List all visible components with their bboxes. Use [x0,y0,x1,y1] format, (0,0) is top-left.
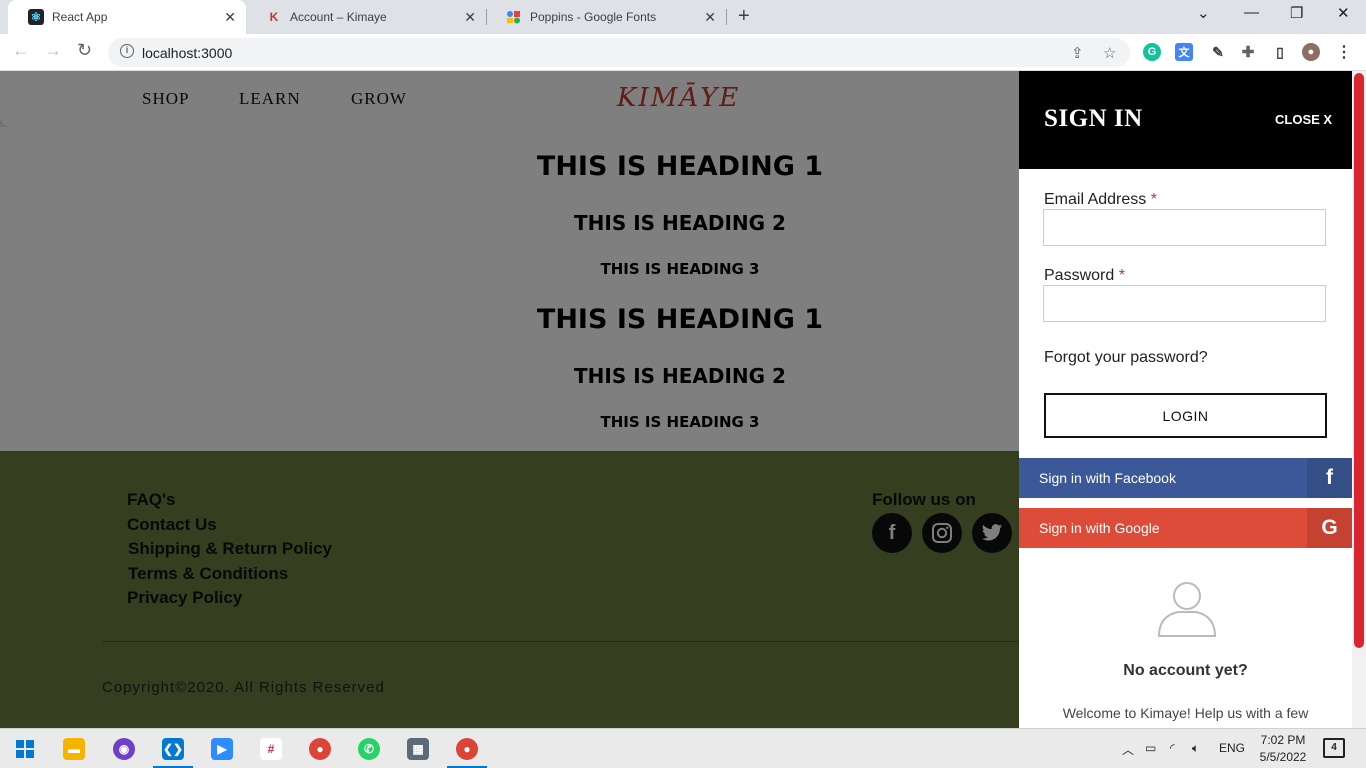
tab-react-app[interactable]: ⚛ React App ✕ [8,0,246,34]
email-label: Email Address * [1044,191,1157,208]
scrollbar-thumb[interactable] [1354,73,1364,648]
drawer-header: SIGN IN CLOSE X [1019,71,1352,169]
start-icon[interactable] [14,738,36,760]
site-info-icon[interactable]: i [120,44,134,58]
restore-icon[interactable]: ❐ [1290,4,1303,22]
web-page: SHOP LEARN GROW KIMĀYE THIS IS HEADING 1… [0,71,1366,728]
minimize-icon[interactable]: — [1244,4,1259,21]
google-signin-button[interactable]: Sign in with Google G [1019,508,1352,548]
wifi-icon[interactable]: ◜ [1170,741,1175,755]
close-drawer-button[interactable]: CLOSE X [1275,112,1332,127]
tab-account-kimaye[interactable]: K Account – Kimaye ✕ [246,0,486,34]
drawer-title: SIGN IN [1044,105,1143,132]
browser-toolbar: ← → ↻ i localhost:3000 ⇪ ☆ [0,34,1366,71]
profile-avatar[interactable]: ● [1302,43,1320,61]
tray-chevron-icon[interactable]: ︿ [1122,741,1134,758]
password-field[interactable] [1043,285,1326,322]
url-text[interactable]: localhost:3000 [142,45,232,61]
close-window-icon[interactable]: ✕ [1337,4,1350,22]
tab-separator [726,9,727,25]
facebook-signin-button[interactable]: Sign in with Facebook f [1019,458,1352,498]
share-icon[interactable]: ⇪ [1071,44,1084,62]
google-signin-label: Sign in with Google [1039,520,1160,536]
slack-icon[interactable]: # [260,738,282,760]
facebook-signin-label: Sign in with Facebook [1039,470,1176,486]
forward-arrow-icon[interactable]: → [44,40,62,61]
language-indicator[interactable]: ENG [1219,741,1245,755]
chrome-icon[interactable]: ● [309,738,331,760]
whatsapp-icon[interactable]: ✆ [358,738,380,760]
welcome-text: Welcome to Kimaye! Help us with a few [1062,705,1309,721]
tab-poppins-google-fonts[interactable]: Poppins - Google Fonts ✕ [486,0,726,34]
calculator-icon[interactable]: ▦ [407,738,429,760]
tab-search-icon[interactable]: ⌄ [1197,4,1210,22]
file-explorer-icon[interactable]: ▬ [63,738,85,760]
login-button[interactable]: LOGIN [1044,393,1327,438]
close-tab-icon[interactable]: ✕ [464,9,476,26]
github-desktop-icon[interactable]: ◉ [113,738,135,760]
battery-icon[interactable]: ▭ [1145,741,1156,755]
google-fonts-icon [506,9,522,25]
taskbar-clock[interactable]: 7:02 PM 5/5/2022 [1253,732,1313,766]
clock-date: 5/5/2022 [1259,750,1307,764]
password-label: Password * [1044,267,1125,284]
zoom-icon[interactable]: ▶ [211,738,233,760]
windows-taskbar: ▬ ◉ ❮❯ ▶ # ● ✆ ▦ ● ︿ ▭ ◜ 🔈︎ ENG 7:02 PM … [0,728,1366,768]
browser-tab-strip: ⚛ React App ✕ K Account – Kimaye ✕ Poppi… [0,0,1366,34]
grammarly-icon[interactable]: G [1143,43,1161,61]
bookmark-star-icon[interactable]: ☆ [1103,44,1116,62]
close-tab-icon[interactable]: ✕ [704,9,716,26]
close-tab-icon[interactable]: ✕ [224,9,236,26]
facebook-icon: f [1307,458,1352,498]
pen-extension-icon[interactable]: ✎ [1209,43,1227,61]
translate-icon[interactable]: 文 [1175,43,1193,61]
reload-icon[interactable]: ↻ [77,40,92,61]
email-field[interactable] [1043,209,1326,246]
forgot-password-link[interactable]: Forgot your password? [1044,349,1208,367]
notification-center-icon[interactable]: 4 [1323,738,1345,758]
sign-in-drawer: SIGN IN CLOSE X Email Address * Password… [1019,71,1352,728]
user-outline-icon [1157,582,1217,637]
react-icon: ⚛ [28,9,44,25]
menu-kebab-icon[interactable]: ⋮ [1335,43,1353,61]
volume-icon[interactable]: 🔈︎ [1192,741,1199,756]
google-icon: G [1307,508,1352,548]
tab-title: React App [52,10,108,24]
back-arrow-icon[interactable]: ← [12,40,30,61]
tab-title: Account – Kimaye [290,10,387,24]
address-bar[interactable]: i localhost:3000 ⇪ ☆ [108,38,1130,67]
vscode-icon[interactable]: ❮❯ [162,738,184,760]
new-tab-button[interactable]: + [738,5,750,28]
chrome-profile-icon[interactable]: ● [456,738,478,760]
tab-title: Poppins - Google Fonts [530,10,657,24]
kimaye-icon: K [269,10,279,24]
required-mark: * [1118,267,1125,284]
clock-time: 7:02 PM [1260,733,1306,747]
required-mark: * [1150,191,1157,208]
no-account-heading: No account yet? [1123,662,1248,679]
extensions-puzzle-icon[interactable]: ✚ [1239,43,1257,61]
side-panel-icon[interactable]: ▯ [1271,43,1289,61]
